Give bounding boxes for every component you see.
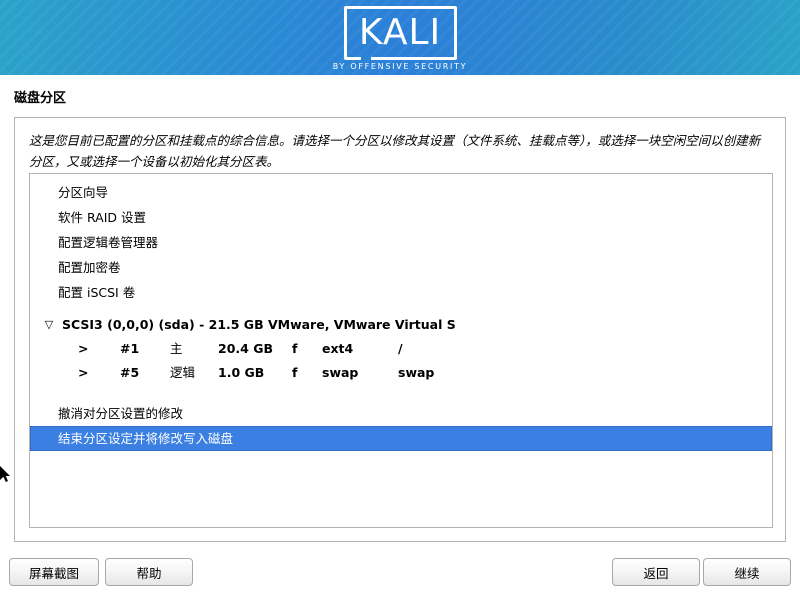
list-spacer-2 — [30, 385, 772, 393]
panel-description: 这是您目前已配置的分区和挂载点的综合信息。请选择一个分区以修改其设置（文件系统、… — [29, 130, 771, 172]
continue-button[interactable]: 继续 — [703, 558, 791, 586]
partition-number: #1 — [120, 337, 139, 361]
kali-logo-notch — [361, 57, 371, 60]
menu-item-lvm[interactable]: 配置逻辑卷管理器 — [30, 230, 772, 255]
action-undo-changes[interactable]: 撤消对分区设置的修改 — [30, 401, 772, 426]
partition-number: #5 — [120, 361, 139, 385]
partition-size: 20.4 GB — [218, 337, 273, 361]
device-row-sda[interactable]: ▽ SCSI3 (0,0,0) (sda) - 21.5 GB VMware, … — [30, 313, 772, 337]
partition-filesystem: ext4 — [322, 337, 353, 361]
triangle-down-icon[interactable]: ▽ — [42, 313, 56, 337]
kali-logo-frame: KALI — [344, 6, 457, 60]
partition-mountpoint: / — [398, 337, 403, 361]
help-button[interactable]: 帮助 — [105, 558, 193, 586]
menu-item-guided-partitioning[interactable]: 分区向导 — [30, 180, 772, 205]
partition-filesystem: swap — [322, 361, 358, 385]
partition-flag: f — [292, 361, 297, 385]
partition-mountpoint: swap — [398, 361, 434, 385]
kali-header-banner: KALI BY OFFENSIVE SECURITY — [0, 0, 800, 75]
back-button[interactable]: 返回 — [612, 558, 700, 586]
mouse-cursor-icon — [0, 466, 12, 484]
kali-logo-subtitle: BY OFFENSIVE SECURITY — [333, 62, 468, 71]
menu-item-encrypted-volumes[interactable]: 配置加密卷 — [30, 255, 772, 280]
list-spacer-3 — [30, 393, 772, 401]
partition-marker: > — [78, 337, 88, 361]
table-row[interactable]: > #1 主 20.4 GB f ext4 / — [30, 337, 772, 361]
menu-item-software-raid[interactable]: 软件 RAID 设置 — [30, 205, 772, 230]
partition-listbox[interactable]: 分区向导 软件 RAID 设置 配置逻辑卷管理器 配置加密卷 配置 iSCSI … — [29, 173, 773, 528]
kali-logo: KALI BY OFFENSIVE SECURITY — [0, 6, 800, 71]
action-finish-partitioning[interactable]: 结束分区设定并将修改写入磁盘 — [30, 426, 772, 451]
list-spacer-1 — [30, 305, 772, 313]
table-row[interactable]: > #5 逻辑 1.0 GB f swap swap — [30, 361, 772, 385]
partition-type: 逻辑 — [170, 361, 195, 385]
screenshot-button[interactable]: 屏幕截图 — [9, 558, 99, 586]
menu-item-iscsi[interactable]: 配置 iSCSI 卷 — [30, 280, 772, 305]
page-title: 磁盘分区 — [14, 87, 66, 106]
partition-size: 1.0 GB — [218, 361, 264, 385]
partition-flag: f — [292, 337, 297, 361]
kali-logo-wordmark: KALI — [359, 15, 441, 51]
partition-panel: 这是您目前已配置的分区和挂载点的综合信息。请选择一个分区以修改其设置（文件系统、… — [14, 117, 786, 542]
partition-marker: > — [78, 361, 88, 385]
device-label: SCSI3 (0,0,0) (sda) - 21.5 GB VMware, VM… — [62, 313, 456, 337]
partition-type: 主 — [170, 337, 183, 361]
